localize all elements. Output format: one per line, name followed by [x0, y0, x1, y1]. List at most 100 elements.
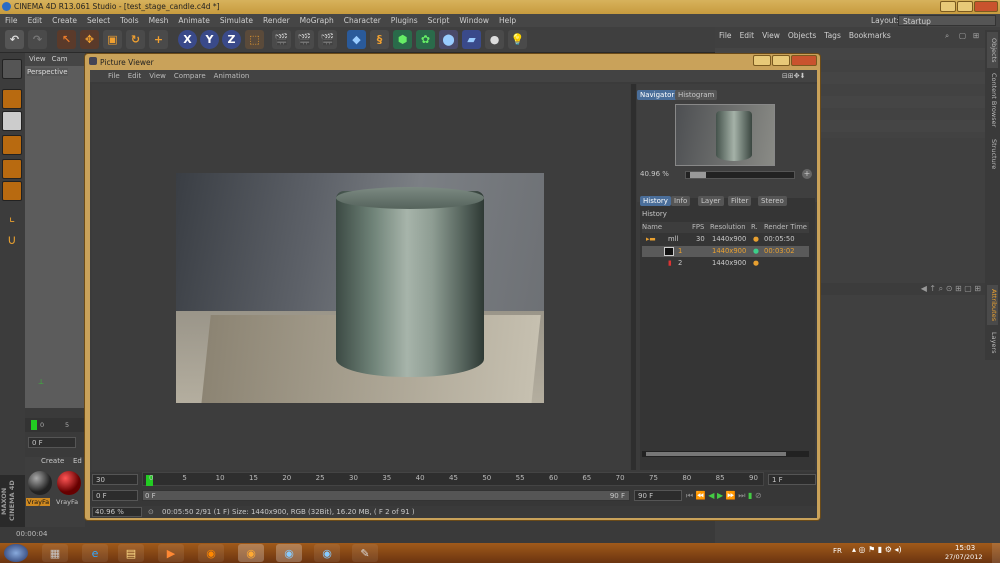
firefox-2-icon[interactable]: ◉ [314, 544, 340, 562]
obj-menu-file[interactable]: File [715, 30, 736, 42]
tab-layer[interactable]: Layer [698, 196, 724, 206]
tab-filter[interactable]: Filter [728, 196, 752, 206]
layout-select[interactable]: Startup [898, 15, 996, 26]
history-row[interactable]: ▸▬ mll 30 1440x900 ● 00:05:50 [642, 234, 809, 245]
history-row[interactable]: ▮ 2 1440x900 ● [642, 258, 809, 269]
clock-time[interactable]: 15:03 [955, 544, 975, 552]
col-name[interactable]: Name [642, 222, 662, 233]
maximize-button[interactable] [957, 1, 973, 12]
menu-window[interactable]: Window [454, 14, 494, 27]
menu-simulate[interactable]: Simulate [215, 14, 258, 27]
end-frame-field[interactable]: 1 F [768, 474, 816, 485]
zoom-in-icon[interactable]: + [802, 169, 812, 179]
material-label-2[interactable]: VrayFa [56, 498, 78, 506]
light-icon[interactable]: 💡 [508, 30, 527, 49]
loop-icon[interactable]: ▮ [748, 491, 752, 500]
tab-content-browser[interactable]: Content Browser [987, 70, 998, 130]
pv-close-button[interactable] [791, 55, 817, 66]
nurbs-icon[interactable]: ⬢ [393, 30, 412, 49]
col-resolution[interactable]: Resolution [710, 222, 746, 233]
move-tool-icon[interactable]: ✥ [80, 30, 99, 49]
make-editable-icon[interactable] [2, 59, 22, 79]
tab-stereo[interactable]: Stereo [758, 196, 787, 206]
next-key-icon[interactable]: ⏩ [726, 491, 736, 500]
col-r[interactable]: R. [751, 222, 758, 233]
obj-menu-edit[interactable]: Edit [736, 30, 759, 42]
scale-tool-icon[interactable]: ▣ [103, 30, 122, 49]
current-frame-field[interactable]: 0 F [28, 437, 76, 448]
media-player-icon[interactable]: ▶ [158, 544, 184, 562]
select-tool-icon[interactable]: ↖ [57, 30, 76, 49]
obj-menu-tags[interactable]: Tags [820, 30, 845, 42]
mat-menu-create[interactable]: Create [41, 457, 64, 465]
search-icon[interactable]: ⌕ [941, 30, 953, 42]
menu-edit[interactable]: Edit [23, 14, 48, 27]
material-preview-2[interactable] [57, 471, 81, 495]
pv-menu-animation[interactable]: Animation [210, 70, 254, 82]
pv-menu-file[interactable]: File [104, 70, 124, 82]
edges-mode-icon[interactable] [2, 159, 22, 179]
menu-animate[interactable]: Animate [173, 14, 214, 27]
menu-tools[interactable]: Tools [115, 14, 143, 27]
bottom-zoom-field[interactable]: 40.96 % [92, 507, 142, 517]
history-row-selected[interactable]: 1 1440x900 ● 00:03:02 [642, 246, 809, 257]
material-label-1[interactable]: VrayFa [26, 498, 51, 506]
panel-menu-icon[interactable]: ⊞ [969, 30, 983, 42]
obj-menu-view[interactable]: View [758, 30, 784, 42]
render-view-icon[interactable]: 🎬 [272, 30, 291, 49]
navigator-thumbnail[interactable] [675, 104, 775, 166]
tab-structure[interactable]: Structure [987, 134, 998, 174]
pv-menu-edit[interactable]: Edit [124, 70, 146, 82]
menu-plugins[interactable]: Plugins [386, 14, 423, 27]
obj-menu-bookmarks[interactable]: Bookmarks [845, 30, 895, 42]
render-settings-icon[interactable]: 🎬 [318, 30, 337, 49]
go-end-icon[interactable]: ⏭ [738, 491, 745, 500]
clock-date[interactable]: 27/07/2012 [945, 553, 982, 561]
magnet-icon[interactable]: ∪ [2, 231, 22, 251]
menu-help[interactable]: Help [494, 14, 521, 27]
coordinate-system-icon[interactable]: ⬚ [245, 30, 264, 49]
col-fps[interactable]: FPS [692, 222, 704, 233]
model-mode-icon[interactable] [2, 89, 22, 109]
zoom-menu-icon[interactable]: ⊙ [148, 506, 154, 518]
pv-maximize-button[interactable] [772, 55, 790, 66]
tray-icons[interactable]: ▴ ◎ ⚑ ▮ ⚙ ◂) [852, 545, 902, 554]
pv-menu-view[interactable]: View [145, 70, 170, 82]
menu-render[interactable]: Render [258, 14, 295, 27]
taskbar-app-icon[interactable]: ▦ [42, 544, 68, 562]
pv-layout-icons[interactable]: ⊟⊞✥⬇ [778, 70, 809, 82]
y-axis-icon[interactable]: Y [200, 30, 219, 49]
obj-menu-objects[interactable]: Objects [784, 30, 820, 42]
camera-icon[interactable]: ● [485, 30, 504, 49]
lock-icon[interactable]: ▢ [955, 30, 970, 42]
viewport-playhead[interactable] [31, 420, 37, 430]
scene-icon[interactable]: ▰ [462, 30, 481, 49]
spline-icon[interactable]: § [370, 30, 389, 49]
add-tool-icon[interactable]: + [149, 30, 168, 49]
undo-icon[interactable]: ↶ [5, 30, 24, 49]
axis-icon[interactable]: ⌞ [2, 208, 22, 228]
deformer-icon[interactable]: ⬤ [439, 30, 458, 49]
minimize-button[interactable] [940, 1, 956, 12]
viewport[interactable] [25, 53, 85, 408]
menu-script[interactable]: Script [423, 14, 455, 27]
show-desktop-button[interactable] [992, 543, 1000, 563]
tab-info[interactable]: Info [671, 196, 691, 206]
pv-menu-compare[interactable]: Compare [170, 70, 210, 82]
mat-menu-edit[interactable]: Ed [73, 457, 82, 465]
vp-menu-cameras[interactable]: Cam [50, 55, 70, 63]
col-render-time[interactable]: Render Time [764, 222, 807, 233]
fps-field[interactable]: 30 [92, 474, 138, 485]
tab-history[interactable]: History [640, 196, 671, 206]
menu-create[interactable]: Create [47, 14, 82, 27]
redo-icon[interactable]: ↷ [28, 30, 47, 49]
nav-zoom-handle[interactable] [690, 172, 706, 178]
ie-icon[interactable]: e [82, 544, 108, 562]
menu-mograph[interactable]: MoGraph [295, 14, 339, 27]
range-slider[interactable]: 0 F 90 F [142, 490, 630, 501]
points-mode-icon[interactable] [2, 135, 22, 155]
play-back-icon[interactable]: ◀ [708, 491, 714, 500]
texture-mode-icon[interactable] [2, 111, 22, 131]
panel-splitter[interactable] [631, 84, 636, 470]
vp-menu-view[interactable]: View [25, 55, 50, 63]
